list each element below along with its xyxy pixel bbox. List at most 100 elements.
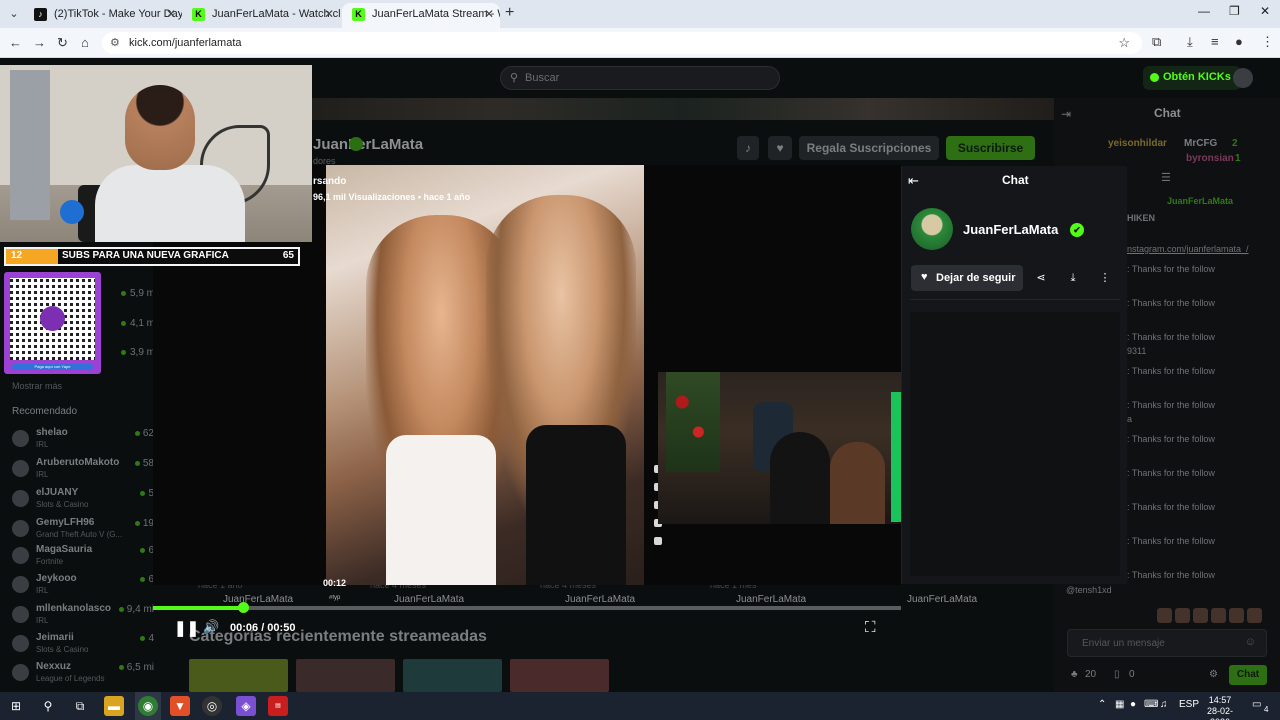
collapse-icon[interactable]: ⇤: [908, 173, 919, 189]
filter-icon[interactable]: ☰: [1161, 171, 1171, 184]
clock[interactable]: 14:57 28-02-2026: [1200, 695, 1240, 720]
send-chat-button[interactable]: Chat: [1229, 665, 1267, 685]
show-more-link[interactable]: Mostrar más: [12, 381, 62, 391]
close-window-icon[interactable]: ✕: [1260, 4, 1270, 18]
clip-owner[interactable]: JuanFerLaMata: [565, 594, 635, 605]
sidebar-item-magasauria[interactable]: MagaSauria Fortnite 6: [10, 543, 160, 571]
sidebar-item-shelao[interactable]: shelao IRL 62: [10, 426, 160, 454]
sidebar-item-jeykooo[interactable]: Jeykooo IRL 6: [10, 572, 160, 600]
sidebar-item-mllenkanolasco[interactable]: mllenkanolasco IRL 9,4 mi: [10, 602, 160, 630]
reload-icon[interactable]: ↻: [57, 35, 68, 51]
progress-handle[interactable]: [237, 602, 249, 613]
emoji-icon[interactable]: ☺: [1245, 636, 1256, 648]
windows-start-icon[interactable]: ⊞: [6, 696, 26, 716]
channel-banner: [312, 98, 1054, 120]
site-info-icon[interactable]: ⚙: [110, 36, 120, 49]
new-tab-button[interactable]: +: [505, 4, 514, 22]
category-thumbnail[interactable]: [510, 659, 609, 692]
notifications-icon[interactable]: ▭: [1252, 699, 1261, 710]
pause-icon[interactable]: ❚❚: [174, 619, 199, 637]
pinned-link[interactable]: nstagram.com/juanferlamata_/: [1127, 244, 1249, 254]
clip-owner[interactable]: JuanFerLaMata: [223, 594, 293, 605]
back-icon[interactable]: ←: [9, 35, 22, 50]
clip-owner[interactable]: JuanFerLaMata: [394, 594, 464, 605]
chat-title: Chat: [1002, 173, 1029, 187]
sidebar-item-gemylfh96[interactable]: GemyLFH96 Grand Theft Auto V (G... 19: [10, 516, 160, 544]
tiktok-icon: ♪: [34, 8, 47, 21]
category-thumbnail[interactable]: [403, 659, 502, 692]
chat-settings-icon[interactable]: ⚙: [1209, 669, 1218, 680]
bell-icon[interactable]: ♪: [737, 136, 759, 160]
clip-owner[interactable]: JuanFerLaMata: [736, 594, 806, 605]
channel-name[interactable]: JuanFerLaMata: [963, 222, 1058, 237]
get-kicks-button[interactable]: Obtén KICKs: [1143, 66, 1241, 90]
file-explorer-icon[interactable]: ▬: [104, 696, 124, 716]
more-options-icon[interactable]: ⋮: [1093, 266, 1117, 290]
channel-name: Jeimarii: [36, 632, 74, 643]
fullscreen-icon[interactable]: ⛶: [865, 619, 876, 636]
tab-clips[interactable]: K JuanFerLaMata - Watch clips on ✕: [182, 3, 340, 28]
category-thumbnail[interactable]: [296, 659, 395, 692]
collapse-chat-icon[interactable]: ⇥: [1061, 107, 1071, 121]
download-icon[interactable]: ⤓: [1187, 34, 1193, 50]
reading-list-icon[interactable]: ≡: [1211, 34, 1219, 49]
clip-views: 96,1 mil Visualizaciones • hace 1 año: [313, 192, 471, 202]
viewer-count: 6: [140, 545, 154, 556]
app-icon[interactable]: ▤: [268, 696, 288, 716]
microphone-icon[interactable]: ●: [1130, 699, 1136, 710]
search-icon[interactable]: ⚲: [38, 696, 58, 716]
gift-subs-button[interactable]: Regala Suscripciones: [799, 136, 939, 160]
forward-icon[interactable]: →: [33, 35, 46, 50]
kick-icon: K: [352, 8, 365, 21]
category: Slots & Casino: [36, 645, 89, 654]
menu-icon[interactable]: ⋮: [1261, 34, 1274, 50]
category-thumbnail[interactable]: [189, 659, 288, 692]
profile-icon[interactable]: ●: [1235, 34, 1243, 49]
tab-tiktok[interactable]: ♪ (2)TikTok - Make Your Day ✕: [24, 3, 182, 28]
progress-bar[interactable]: [153, 602, 901, 613]
clip-owner[interactable]: JuanFerLaMata: [907, 594, 977, 605]
brave-icon[interactable]: ▼: [170, 696, 190, 716]
close-icon[interactable]: ✕: [484, 3, 494, 25]
sidebar-item-nexxuz[interactable]: Nexxuz League of Legends 6,5 mi: [10, 660, 160, 688]
tab-search-icon[interactable]: ⌄: [6, 6, 22, 22]
volume-icon[interactable]: 🔊: [203, 619, 219, 635]
obs-icon[interactable]: ◎: [202, 696, 222, 716]
close-icon[interactable]: ✕: [166, 3, 176, 25]
points-icon[interactable]: ♣: [1071, 669, 1078, 680]
bookmark-star-icon[interactable]: ☆: [1118, 35, 1130, 51]
chat-input[interactable]: Enviar un mensaje ☺: [1067, 629, 1267, 657]
download-icon[interactable]: ⤓: [1061, 266, 1085, 290]
sidebar-item-jeimarii[interactable]: Jeimarii Slots & Casino 4: [10, 631, 160, 659]
app-icon[interactable]: ◈: [236, 696, 256, 716]
top-gifter[interactable]: yeisonhildar: [1108, 138, 1167, 149]
minimize-icon[interactable]: —: [1198, 4, 1210, 18]
top-gifter[interactable]: MrCFG: [1184, 138, 1217, 149]
language-indicator[interactable]: ESP: [1179, 699, 1199, 710]
avatar[interactable]: [1233, 68, 1253, 88]
chat-message: : Thanks for the follow: [1127, 298, 1215, 308]
home-icon[interactable]: ⌂: [81, 35, 89, 50]
address-bar[interactable]: ⚙ kick.com/juanferlamata ☆: [102, 32, 1142, 54]
restore-icon[interactable]: ❐: [1229, 4, 1240, 18]
subscribe-button[interactable]: Suscribirse: [946, 136, 1035, 160]
tab-stream[interactable]: K JuanFerLaMata Stream - Wat ✕: [342, 3, 500, 28]
sidebar-item-eljuany[interactable]: elJUANY Slots & Casino 5: [10, 486, 160, 514]
tray-chevron-icon[interactable]: ⌃: [1098, 699, 1106, 710]
share-icon[interactable]: ⋖: [1029, 266, 1053, 290]
chat-message: : Thanks for the follow: [1127, 468, 1215, 478]
unfollow-button[interactable]: ♥ Dejar de seguir: [911, 265, 1023, 291]
top-gifter[interactable]: byronsian: [1186, 153, 1234, 164]
sidebar-item-aruberutomakoto[interactable]: AruberutoMakoto IRL 58: [10, 456, 160, 484]
search-input[interactable]: ⚲ Buscar: [500, 66, 780, 90]
extensions-icon[interactable]: ⧉: [1152, 34, 1161, 50]
network-icon[interactable]: ⌨: [1144, 699, 1158, 710]
heart-icon[interactable]: ♥: [768, 136, 792, 160]
chrome-icon[interactable]: ◉: [138, 696, 158, 716]
streak-icon[interactable]: ▯: [1114, 669, 1120, 680]
task-view-icon[interactable]: ⧉: [70, 696, 90, 716]
volume-icon[interactable]: ♫: [1160, 699, 1168, 710]
avatar[interactable]: [911, 208, 953, 250]
close-icon[interactable]: ✕: [324, 3, 334, 25]
tray-icon[interactable]: ▦: [1115, 699, 1124, 710]
